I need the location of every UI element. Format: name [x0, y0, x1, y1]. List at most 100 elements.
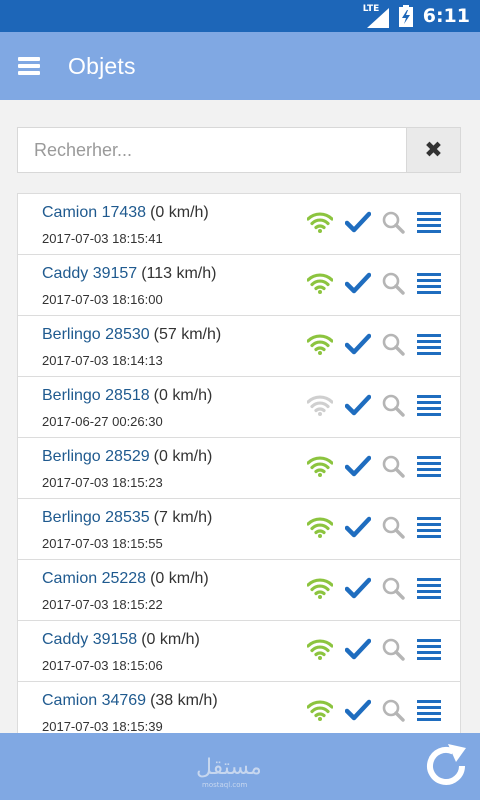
refresh-icon — [427, 744, 466, 785]
list-item[interactable]: Camion 25228 (0 km/h) 2017-07-03 18:15:22 — [18, 560, 460, 621]
clock-time: 6:11 — [422, 5, 470, 27]
vehicle-name[interactable]: Berlingo 28530 — [42, 326, 150, 343]
list-menu-icon[interactable] — [417, 211, 443, 238]
list-menu-icon[interactable] — [417, 516, 443, 543]
magnifier-icon[interactable] — [381, 393, 407, 422]
vehicle-name[interactable]: Berlingo 28535 — [42, 509, 150, 526]
search-input[interactable] — [18, 128, 406, 172]
close-x-icon: ✖ — [424, 137, 443, 163]
vehicle-list: Camion 17438 (0 km/h) 2017-07-03 18:15:41 — [17, 193, 461, 733]
row-actions — [306, 332, 443, 361]
clear-search-button[interactable]: ✖ — [406, 128, 460, 172]
list-item[interactable]: Camion 17438 (0 km/h) 2017-07-03 18:15:41 — [18, 194, 460, 255]
checkmark-icon[interactable] — [344, 516, 373, 543]
list-menu-icon[interactable] — [417, 455, 443, 482]
vehicle-name[interactable]: Berlingo 28529 — [42, 448, 150, 465]
vehicle-title: Berlingo 28529 (0 km/h) — [42, 448, 212, 466]
magnifier-icon[interactable] — [381, 576, 407, 605]
checkmark-icon[interactable] — [344, 272, 373, 299]
magnifier-icon[interactable] — [381, 271, 407, 300]
list-menu-icon[interactable] — [417, 272, 443, 299]
list-item[interactable]: Camion 34769 (38 km/h) 2017-07-03 18:15:3… — [18, 682, 460, 733]
list-item[interactable]: Caddy 39158 (0 km/h) 2017-07-03 18:15:06 — [18, 621, 460, 682]
vehicle-title: Camion 34769 (38 km/h) — [42, 692, 218, 710]
vehicle-speed: (0 km/h) — [153, 448, 213, 465]
search-box: ✖ — [17, 127, 461, 173]
wifi-signal-icon — [306, 699, 335, 726]
vehicle-title: Caddy 39158 (0 km/h) — [42, 631, 200, 649]
list-menu-icon[interactable] — [417, 577, 443, 604]
vehicle-timestamp: 2017-07-03 18:15:22 — [42, 597, 163, 612]
magnifier-icon[interactable] — [381, 698, 407, 727]
vehicle-timestamp: 2017-07-03 18:15:39 — [42, 719, 163, 733]
vehicle-speed: (38 km/h) — [150, 692, 218, 709]
row-actions — [306, 515, 443, 544]
list-menu-icon[interactable] — [417, 638, 443, 665]
wifi-signal-icon — [306, 333, 335, 360]
refresh-button[interactable] — [420, 739, 472, 793]
vehicle-timestamp: 2017-07-03 18:15:06 — [42, 658, 163, 673]
row-actions — [306, 210, 443, 239]
app-bar: Objets — [0, 32, 480, 100]
bottom-bar: مستقل mostaql.com — [0, 733, 480, 800]
checkmark-icon[interactable] — [344, 699, 373, 726]
vehicle-speed: (0 km/h) — [141, 631, 200, 648]
vehicle-timestamp: 2017-06-27 00:26:30 — [42, 414, 163, 429]
vehicle-speed: (0 km/h) — [150, 204, 209, 221]
vehicle-speed: (57 km/h) — [153, 326, 222, 343]
lte-signal-icon: LTE — [363, 4, 389, 28]
checkmark-icon[interactable] — [344, 333, 373, 360]
list-item[interactable]: Berlingo 28529 (0 km/h) 2017-07-03 18:15:… — [18, 438, 460, 499]
vehicle-name[interactable]: Caddy 39158 — [42, 631, 137, 648]
checkmark-icon[interactable] — [344, 394, 373, 421]
watermark-logo: مستقل mostaql.com — [196, 755, 262, 789]
checkmark-icon[interactable] — [344, 577, 373, 604]
row-actions — [306, 637, 443, 666]
wifi-signal-icon — [306, 577, 335, 604]
vehicle-title: Caddy 39157 (113 km/h) — [42, 265, 216, 283]
page-title: Objets — [68, 52, 136, 79]
vehicle-timestamp: 2017-07-03 18:15:41 — [42, 231, 163, 246]
vehicle-speed: (7 km/h) — [153, 509, 213, 526]
list-item[interactable]: Berlingo 28530 (57 km/h) 2017-07-03 18:14… — [18, 316, 460, 377]
vehicle-name[interactable]: Camion 25228 — [42, 570, 146, 587]
wifi-signal-icon — [306, 455, 335, 482]
magnifier-icon[interactable] — [381, 637, 407, 666]
vehicle-title: Camion 25228 (0 km/h) — [42, 570, 209, 588]
magnifier-icon[interactable] — [381, 515, 407, 544]
list-menu-icon[interactable] — [417, 333, 443, 360]
magnifier-icon[interactable] — [381, 454, 407, 483]
vehicle-title: Berlingo 28535 (7 km/h) — [42, 509, 212, 527]
vehicle-name[interactable]: Caddy 39157 — [42, 265, 137, 282]
row-actions — [306, 271, 443, 300]
battery-charging-icon — [398, 5, 413, 27]
checkmark-icon[interactable] — [344, 638, 373, 665]
wifi-signal-icon — [306, 516, 335, 543]
vehicle-title: Camion 17438 (0 km/h) — [42, 204, 209, 222]
vehicle-speed: (113 km/h) — [141, 265, 217, 282]
vehicle-name[interactable]: Camion 17438 — [42, 204, 146, 221]
row-actions — [306, 576, 443, 605]
vehicle-name[interactable]: Berlingo 28518 — [42, 387, 150, 404]
vehicle-timestamp: 2017-07-03 18:14:13 — [42, 353, 163, 368]
vehicle-speed: (0 km/h) — [153, 387, 213, 404]
checkmark-icon[interactable] — [344, 455, 373, 482]
vehicle-timestamp: 2017-07-03 18:16:00 — [42, 292, 163, 307]
list-item[interactable]: Berlingo 28518 (0 km/h) 2017-06-27 00:26:… — [18, 377, 460, 438]
magnifier-icon[interactable] — [381, 210, 407, 239]
vehicle-title: Berlingo 28530 (57 km/h) — [42, 326, 221, 344]
list-menu-icon[interactable] — [417, 699, 443, 726]
list-menu-icon[interactable] — [417, 394, 443, 421]
status-icons: LTE 6:11 — [363, 0, 470, 32]
wifi-signal-icon — [306, 211, 335, 238]
list-item[interactable]: Caddy 39157 (113 km/h) 2017-07-03 18:16:0… — [18, 255, 460, 316]
checkmark-icon[interactable] — [344, 211, 373, 238]
magnifier-icon[interactable] — [381, 332, 407, 361]
vehicle-timestamp: 2017-07-03 18:15:55 — [42, 536, 163, 551]
list-item[interactable]: Berlingo 28535 (7 km/h) 2017-07-03 18:15:… — [18, 499, 460, 560]
vehicle-title: Berlingo 28518 (0 km/h) — [42, 387, 212, 405]
hamburger-menu-icon[interactable] — [0, 32, 58, 100]
row-actions — [306, 454, 443, 483]
vehicle-name[interactable]: Camion 34769 — [42, 692, 146, 709]
vehicle-speed: (0 km/h) — [150, 570, 209, 587]
